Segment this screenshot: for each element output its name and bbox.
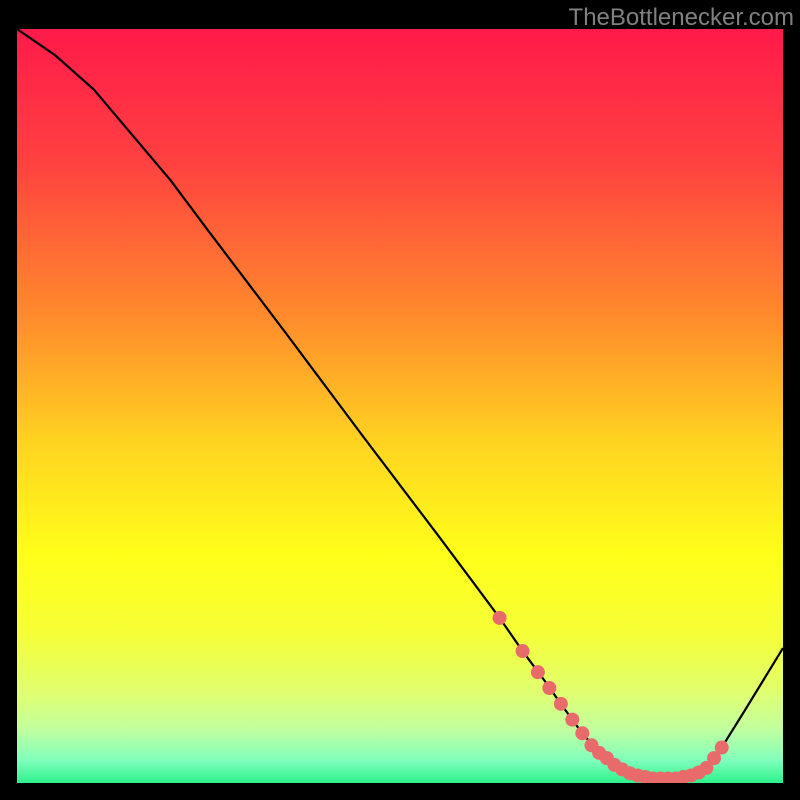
gradient-background — [17, 29, 783, 783]
chart-container: TheBottlenecker.com — [0, 0, 800, 800]
marker-point — [493, 611, 507, 625]
marker-point — [516, 644, 530, 658]
chart-svg — [17, 29, 783, 783]
marker-point — [715, 741, 729, 755]
marker-point — [542, 681, 556, 695]
watermark-text: TheBottlenecker.com — [569, 4, 794, 32]
marker-point — [554, 697, 568, 711]
marker-point — [565, 713, 579, 727]
marker-point — [575, 726, 589, 740]
plot-area — [17, 29, 783, 783]
marker-point — [531, 665, 545, 679]
